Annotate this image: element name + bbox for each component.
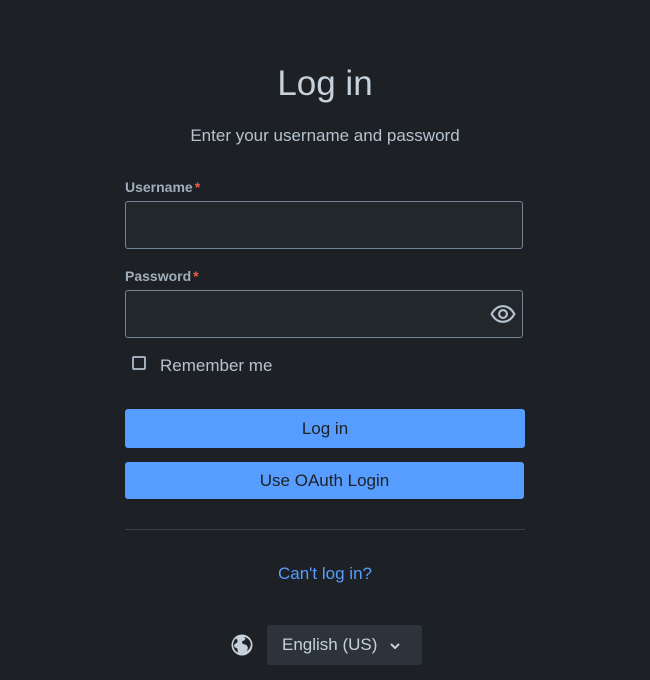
username-label: Username * [125, 178, 200, 196]
remember-me-label[interactable]: Remember me [160, 355, 272, 377]
required-marker: * [193, 268, 199, 284]
page-subtitle: Enter your username and password [190, 126, 460, 145]
oauth-login-button[interactable]: Use OAuth Login [125, 462, 524, 499]
login-button[interactable]: Log in [125, 409, 525, 448]
username-label-text: Username [125, 179, 193, 195]
password-input[interactable] [125, 290, 523, 338]
globe-icon [230, 633, 254, 657]
language-select-value: English (US) [282, 635, 378, 654]
eye-icon[interactable] [488, 300, 518, 328]
login-page: Log in Enter your username and password … [0, 0, 650, 680]
cant-log-in-link[interactable]: Can't log in? [0, 563, 650, 585]
chevron-down-icon [388, 638, 402, 652]
page-title: Log in [277, 64, 373, 103]
remember-me-checkbox[interactable] [132, 356, 146, 370]
username-input[interactable] [125, 201, 523, 249]
password-label: Password * [125, 267, 199, 285]
language-select[interactable]: English (US) [267, 625, 422, 665]
password-label-text: Password [125, 268, 192, 284]
required-marker: * [194, 179, 201, 195]
divider [125, 529, 525, 530]
